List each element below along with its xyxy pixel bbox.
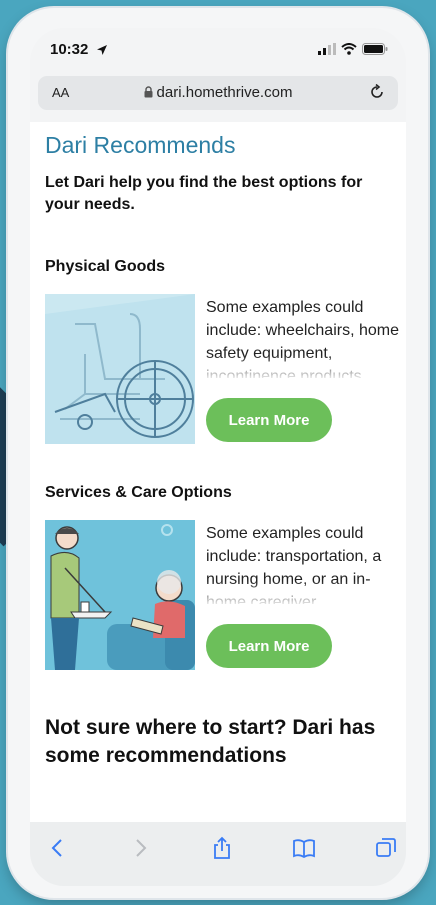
bookmarks-icon[interactable] <box>292 836 316 860</box>
section-description: Some examples could include: wheelchairs… <box>206 299 399 378</box>
browser-toolbar <box>30 822 406 886</box>
section-heading-services-care: Services & Care Options <box>45 484 232 501</box>
page-title: Dari Recommends <box>45 132 236 158</box>
wifi-icon <box>341 42 357 60</box>
web-content: Dari Recommends Let Dari help you find t… <box>30 122 406 822</box>
url-display[interactable]: dari.homethrive.com <box>38 84 398 102</box>
status-time: 10:32 <box>50 41 89 58</box>
address-bar[interactable]: AA dari.homethrive.com <box>38 76 398 110</box>
recommendations-heading: Not sure where to start? Dari has some r… <box>45 716 376 767</box>
wheelchair-illustration <box>45 294 195 444</box>
reload-icon[interactable] <box>368 83 386 106</box>
status-icons <box>318 42 388 60</box>
tabs-icon[interactable] <box>374 836 398 860</box>
phone-screen: 10:32 AA dari.homethrive.com Dari Recomm… <box>30 28 406 886</box>
location-arrow-icon <box>96 43 108 61</box>
battery-icon <box>362 42 388 60</box>
forward-icon[interactable] <box>128 836 152 860</box>
section-heading-physical-goods: Physical Goods <box>45 258 166 275</box>
share-icon[interactable] <box>210 836 234 860</box>
url-text: dari.homethrive.com <box>156 84 293 101</box>
back-icon[interactable] <box>46 836 70 860</box>
status-bar: 10:32 <box>30 28 406 72</box>
signal-icon <box>318 42 336 60</box>
caregiver-illustration <box>45 520 195 670</box>
page-subtitle: Let Dari help you find the best options … <box>45 174 363 213</box>
section-description: Some examples could include: transportat… <box>206 525 382 604</box>
learn-more-button[interactable]: Learn More <box>206 398 332 442</box>
phone-frame: 10:32 AA dari.homethrive.com Dari Recomm… <box>8 8 428 898</box>
learn-more-button[interactable]: Learn More <box>206 624 332 668</box>
lock-icon <box>144 85 153 102</box>
